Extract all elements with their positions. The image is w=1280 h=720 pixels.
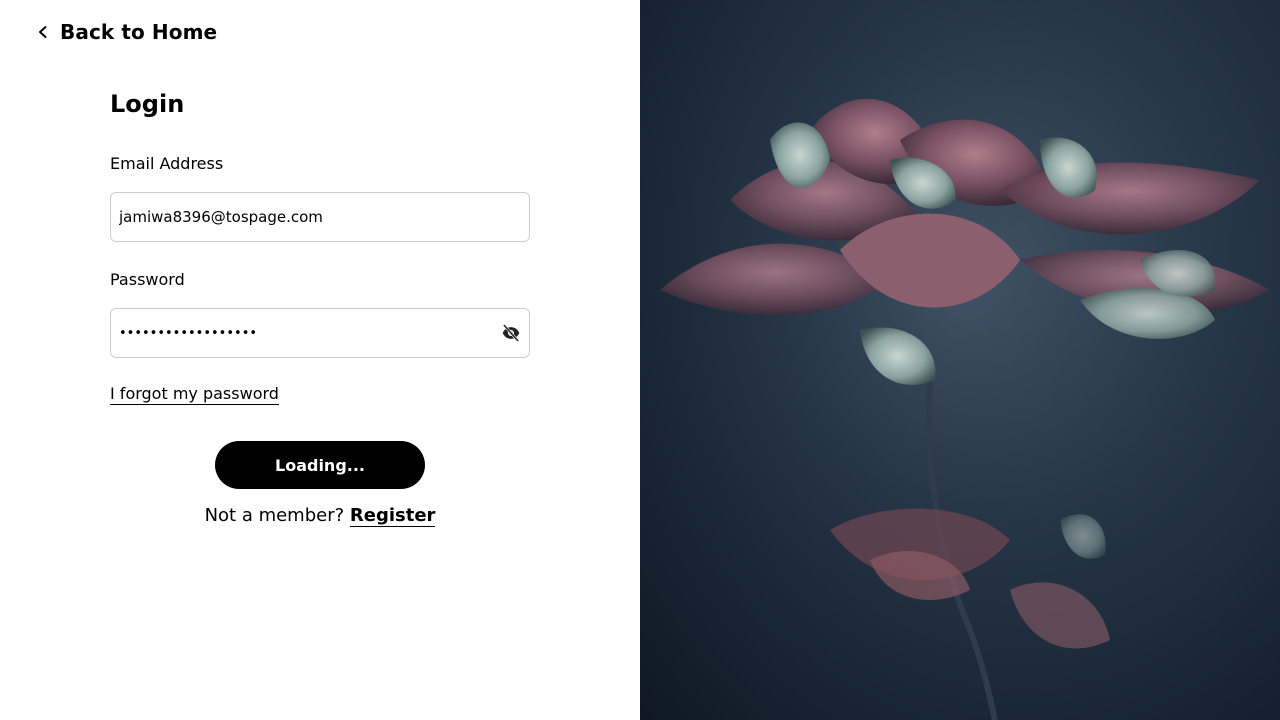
- password-label: Password: [110, 270, 185, 289]
- register-prompt: Not a member?: [204, 505, 345, 526]
- email-field-wrapper: [110, 192, 530, 242]
- back-to-home-link[interactable]: Back to Home: [36, 20, 217, 44]
- login-button[interactable]: Loading...: [215, 441, 425, 489]
- back-to-home-label: Back to Home: [60, 20, 218, 44]
- email-field[interactable]: [111, 193, 529, 241]
- password-field[interactable]: [111, 309, 529, 357]
- flower-hero-image: [640, 0, 1280, 720]
- login-panel: Back to Home Login Email Address Passwor…: [0, 0, 640, 720]
- login-page: Back to Home Login Email Address Passwor…: [0, 0, 1280, 720]
- login-form: Login Email Address Password I forgot my…: [110, 88, 530, 527]
- page-title: Login: [110, 90, 185, 118]
- password-field-wrapper: [110, 308, 530, 358]
- register-link[interactable]: Register: [349, 505, 436, 527]
- eye-off-icon[interactable]: [501, 323, 521, 343]
- chevron-left-icon: [39, 26, 47, 38]
- register-row: Not a member? Register: [110, 505, 530, 527]
- hero-image-panel: [640, 0, 1280, 720]
- email-label: Email Address: [110, 154, 224, 173]
- forgot-password-link[interactable]: I forgot my password: [110, 384, 279, 405]
